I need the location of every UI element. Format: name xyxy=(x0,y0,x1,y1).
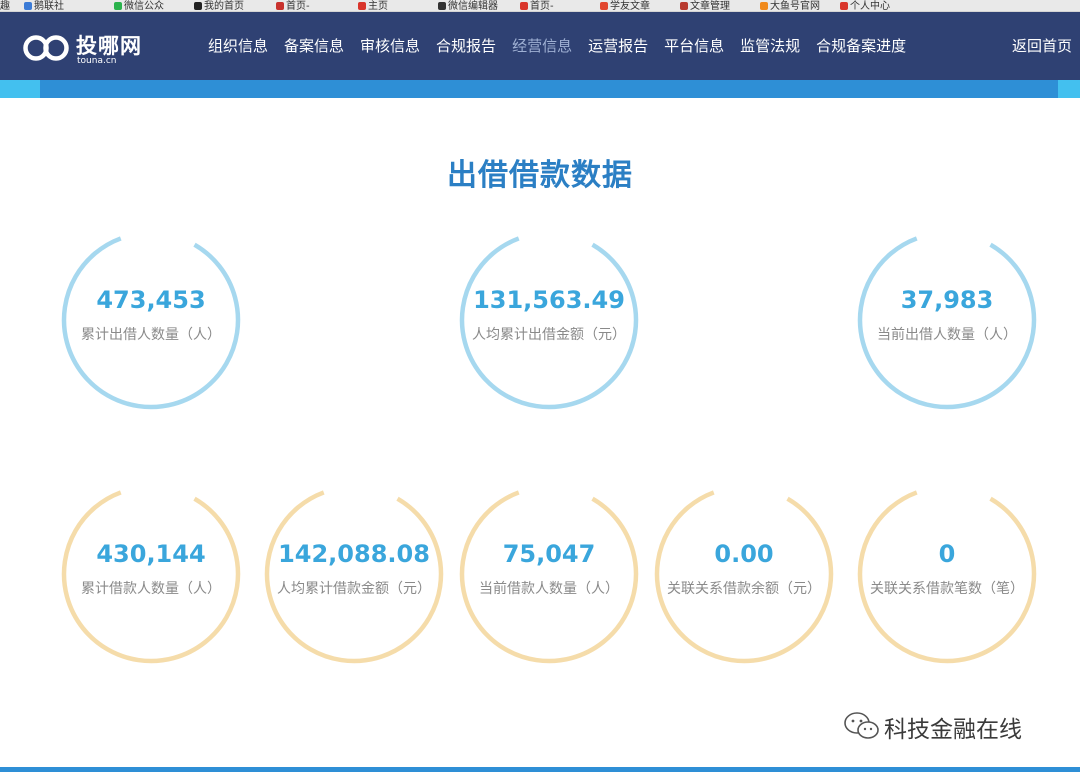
nav-item-filing-info[interactable]: 备案信息 xyxy=(276,12,352,80)
stat-current-lenders: 37,983 当前出借人数量（人） xyxy=(857,230,1037,410)
stat-value: 131,563.49 xyxy=(473,286,625,314)
stat-value: 37,983 xyxy=(900,286,994,314)
header-band xyxy=(0,80,1080,98)
stat-value: 75,047 xyxy=(502,540,596,568)
stat-value: 473,453 xyxy=(96,286,206,314)
lender-ring-icon xyxy=(857,230,1037,410)
stat-value: 430,144 xyxy=(96,540,206,568)
bookmark-item[interactable]: 个人中心 xyxy=(840,0,890,11)
stat-related-loan-balance: 0.00 关联关系借款余额（元） xyxy=(654,484,834,664)
bookmark-item[interactable]: 鹅联社 xyxy=(24,0,64,11)
stat-label: 当前借款人数量（人） xyxy=(479,581,619,597)
stat-label: 关联关系借款笔数（笔） xyxy=(870,581,1024,597)
bookmark-favicon-icon xyxy=(600,2,608,10)
nav-item-platform-info[interactable]: 平台信息 xyxy=(656,12,732,80)
nav-item-operating-info[interactable]: 经营信息 xyxy=(504,12,580,80)
borrower-ring-icon xyxy=(459,484,639,664)
footer-line xyxy=(0,767,1080,772)
stat-current-borrowers: 75,047 当前借款人数量（人） xyxy=(459,484,639,664)
wechat-icon xyxy=(844,712,879,739)
stat-value: 0 xyxy=(938,540,956,568)
main-nav: 组织信息 备案信息 审核信息 合规报告 经营信息 运营报告 平台信息 监管法规 … xyxy=(200,12,914,80)
header-band-inner xyxy=(40,80,1058,98)
bookmark-favicon-icon xyxy=(840,2,848,10)
bookmark-favicon-icon xyxy=(276,2,284,10)
lender-ring-icon xyxy=(459,230,639,410)
bookmark-favicon-icon xyxy=(24,2,32,10)
bookmark-favicon-icon xyxy=(114,2,122,10)
lender-ring-icon xyxy=(61,230,241,410)
bookmark-item[interactable]: 我的首页 xyxy=(194,0,244,11)
stat-avg-lending-amount: 131,563.49 人均累计出借金额（元） xyxy=(459,230,639,410)
stat-avg-borrowing-amount: 142,088.08 人均累计借款金额（元） xyxy=(264,484,444,664)
wechat-watermark: 科技金融在线 xyxy=(842,710,1062,743)
borrower-ring-icon xyxy=(654,484,834,664)
stat-related-loan-count: 0 关联关系借款笔数（笔） xyxy=(857,484,1037,664)
bookmark-favicon-icon xyxy=(760,2,768,10)
bookmark-item[interactable]: 微信编辑器 xyxy=(438,0,498,11)
nav-item-audit-info[interactable]: 审核信息 xyxy=(352,12,428,80)
bookmark-favicon-icon xyxy=(438,2,446,10)
bookmarks-bar: 趣 鹅联社 微信公众 我的首页 首页- 主页 微信编辑器 首页- 学友文章 文章… xyxy=(0,0,1080,12)
page-title: 出借借款数据 xyxy=(447,158,633,193)
bookmark-favicon-icon xyxy=(358,2,366,10)
nav-item-organization-info[interactable]: 组织信息 xyxy=(200,12,276,80)
stat-label: 人均累计出借金额（元） xyxy=(472,327,626,343)
stat-label: 累计出借人数量（人） xyxy=(81,327,221,343)
stat-label: 关联关系借款余额（元） xyxy=(667,581,821,597)
bookmark-item[interactable]: 趣 xyxy=(0,0,10,11)
logo-domain: touna.cn xyxy=(77,56,117,66)
site-header: 投哪网 touna.cn 组织信息 备案信息 审核信息 合规报告 经营信息 运营… xyxy=(0,12,1080,80)
back-home-link[interactable]: 返回首页 xyxy=(1008,12,1076,80)
bookmark-item[interactable]: 首页- xyxy=(520,0,554,11)
stat-label: 累计借款人数量（人） xyxy=(81,581,221,597)
borrower-ring-icon xyxy=(264,484,444,664)
stat-label: 当前出借人数量（人） xyxy=(877,327,1017,343)
borrower-ring-icon xyxy=(857,484,1037,664)
bookmark-item[interactable]: 微信公众 xyxy=(114,0,164,11)
bookmark-item[interactable]: 首页- xyxy=(276,0,310,11)
stat-total-lenders: 473,453 累计出借人数量（人） xyxy=(61,230,241,410)
bookmark-favicon-icon xyxy=(680,2,688,10)
bookmark-item[interactable]: 主页 xyxy=(358,0,388,11)
nav-item-operations-report[interactable]: 运营报告 xyxy=(580,12,656,80)
stat-total-borrowers: 430,144 累计借款人数量（人） xyxy=(61,484,241,664)
nav-item-filing-progress[interactable]: 合规备案进度 xyxy=(808,12,914,80)
bookmark-favicon-icon xyxy=(194,2,202,10)
stat-value: 0.00 xyxy=(714,540,774,568)
watermark-text: 科技金融在线 xyxy=(884,717,1022,743)
bookmark-item[interactable]: 学友文章 xyxy=(600,0,650,11)
borrower-ring-icon xyxy=(61,484,241,664)
stat-value: 142,088.08 xyxy=(278,540,430,568)
stat-label: 人均累计借款金额（元） xyxy=(277,581,431,597)
site-logo[interactable]: 投哪网 touna.cn xyxy=(22,31,152,67)
bookmark-favicon-icon xyxy=(520,2,528,10)
nav-item-compliance-report[interactable]: 合规报告 xyxy=(428,12,504,80)
nav-item-regulations[interactable]: 监管法规 xyxy=(732,12,808,80)
bookmark-item[interactable]: 文章管理 xyxy=(680,0,730,11)
bookmark-item[interactable]: 大鱼号官网 xyxy=(760,0,820,11)
logo-infinity-icon xyxy=(23,35,69,61)
